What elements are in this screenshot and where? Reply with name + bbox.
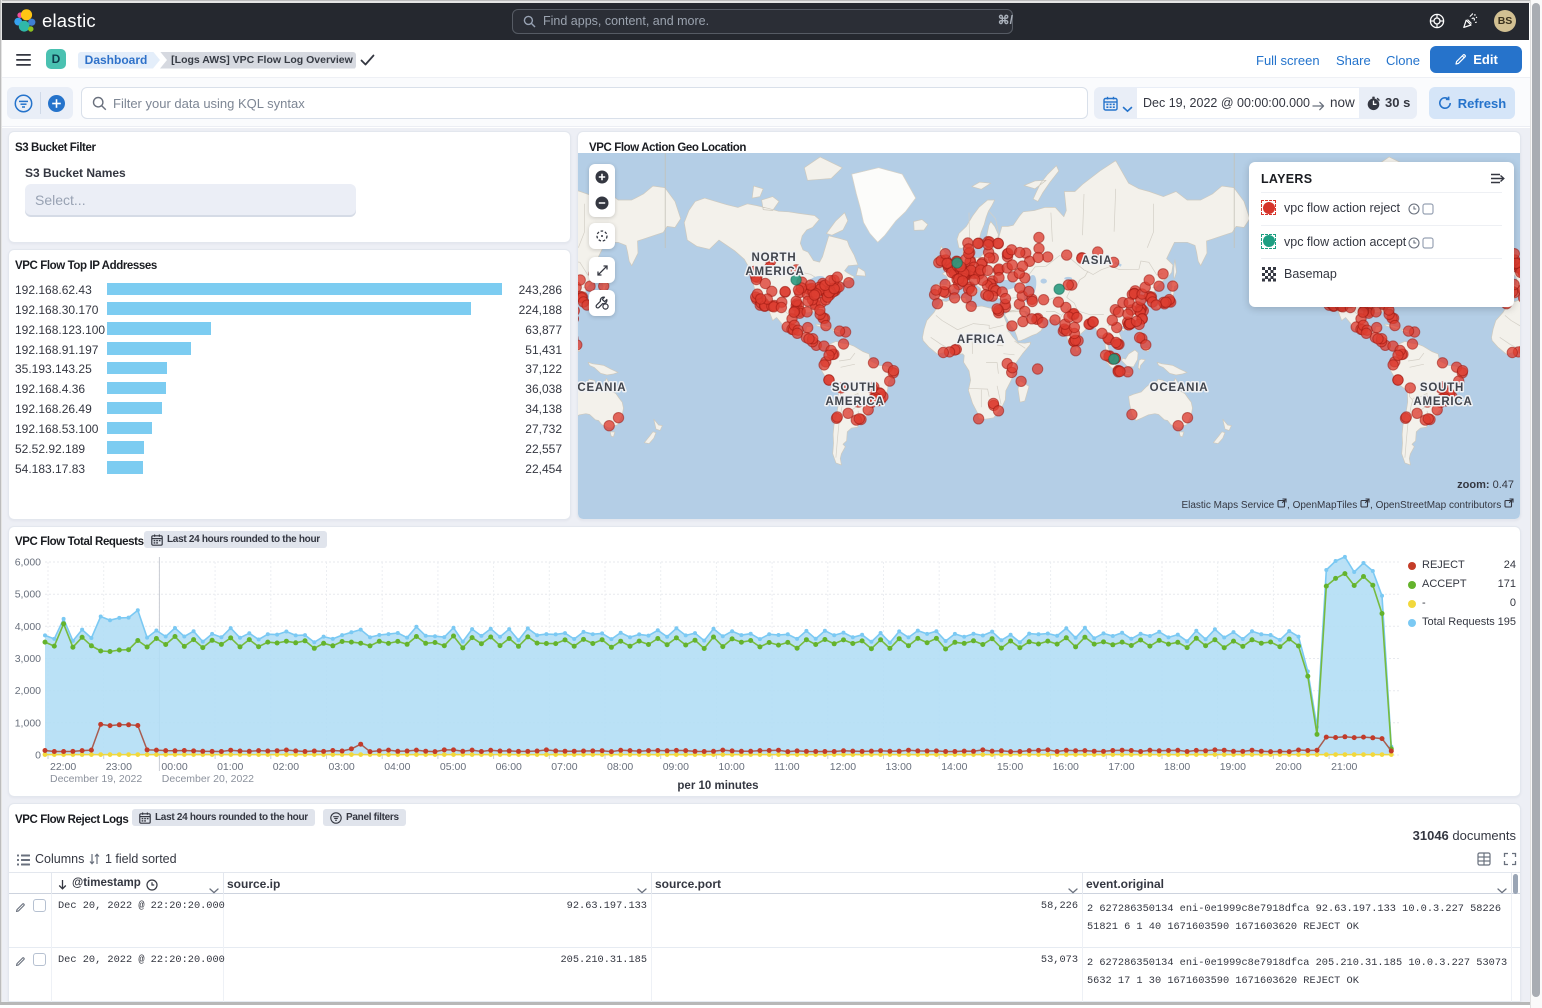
svg-text:5,000: 5,000	[15, 589, 41, 601]
svg-text:13:00: 13:00	[886, 761, 912, 773]
svg-text:SOUTH: SOUTH	[832, 382, 876, 394]
svg-text:15:00: 15:00	[997, 761, 1023, 773]
svg-text:4,000: 4,000	[15, 621, 41, 633]
svg-text:04:00: 04:00	[384, 761, 410, 773]
svg-text:20:00: 20:00	[1275, 761, 1301, 773]
svg-text:6,000: 6,000	[15, 557, 41, 569]
svg-text:09:00: 09:00	[663, 761, 689, 773]
svg-text:17:00: 17:00	[1108, 761, 1134, 773]
svg-text:AMERICA: AMERICA	[825, 396, 884, 408]
svg-text:2,000: 2,000	[15, 685, 41, 697]
svg-text:OCEANIA: OCEANIA	[578, 382, 626, 394]
svg-text:02:00: 02:00	[273, 761, 299, 773]
svg-text:16:00: 16:00	[1053, 761, 1079, 773]
svg-text:3,000: 3,000	[15, 653, 41, 665]
svg-text:ASIA: ASIA	[1082, 255, 1113, 267]
svg-text:08:00: 08:00	[607, 761, 633, 773]
svg-text:07:00: 07:00	[551, 761, 577, 773]
svg-text:AFRICA: AFRICA	[957, 334, 1005, 346]
svg-text:0: 0	[35, 750, 41, 762]
svg-text:06:00: 06:00	[496, 761, 522, 773]
svg-text:23:00: 23:00	[106, 761, 132, 773]
svg-text:19:00: 19:00	[1220, 761, 1246, 773]
svg-text:05:00: 05:00	[440, 761, 466, 773]
svg-text:00:00: 00:00	[161, 761, 187, 773]
svg-text:December 19, 2022: December 19, 2022	[50, 773, 142, 785]
svg-text:SOUTH: SOUTH	[1420, 382, 1464, 394]
svg-text:10:00: 10:00	[718, 761, 744, 773]
svg-text:AMERICA: AMERICA	[745, 266, 804, 278]
svg-text:22:00: 22:00	[50, 761, 76, 773]
svg-text:21:00: 21:00	[1331, 761, 1357, 773]
svg-text:01:00: 01:00	[217, 761, 243, 773]
svg-text:1,000: 1,000	[15, 717, 41, 729]
svg-text:03:00: 03:00	[329, 761, 355, 773]
svg-text:11:00: 11:00	[774, 761, 800, 773]
svg-text:NORTH: NORTH	[752, 252, 797, 264]
svg-text:per 10 minutes: per 10 minutes	[677, 780, 758, 792]
svg-text:12:00: 12:00	[830, 761, 856, 773]
svg-text:14:00: 14:00	[941, 761, 967, 773]
svg-text:December 20, 2022: December 20, 2022	[162, 773, 254, 785]
svg-text:OCEANIA: OCEANIA	[1150, 382, 1209, 394]
svg-text:AMERICA: AMERICA	[1413, 396, 1472, 408]
svg-text:18:00: 18:00	[1164, 761, 1190, 773]
